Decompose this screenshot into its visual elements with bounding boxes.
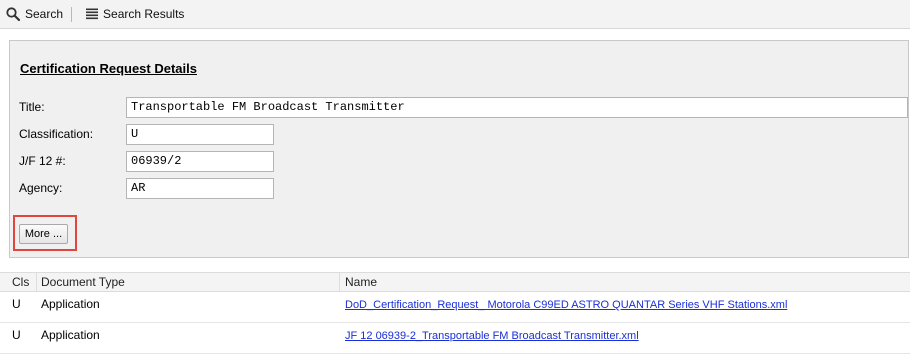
jf12-field[interactable]: 06939/2 bbox=[126, 151, 274, 172]
classification-field[interactable]: U bbox=[126, 124, 274, 145]
column-header-document-type[interactable]: Document Type bbox=[37, 273, 340, 292]
classification-label: Classification: bbox=[19, 127, 94, 141]
search-results-button[interactable]: Search Results bbox=[80, 3, 188, 25]
column-header-cls[interactable]: Cls bbox=[8, 273, 37, 292]
title-label: Title: bbox=[19, 100, 45, 114]
search-icon bbox=[6, 7, 20, 21]
jf12-label: J/F 12 #: bbox=[19, 154, 66, 168]
details-heading: Certification Request Details bbox=[20, 61, 197, 76]
certification-details-panel: Certification Request Details Title: Tra… bbox=[9, 40, 909, 258]
toolbar: Search Search Results bbox=[0, 0, 910, 29]
document-link[interactable]: DoD_Certification_Request_ Motorola C99E… bbox=[345, 299, 787, 311]
row-document-type: Application bbox=[41, 297, 100, 311]
search-results-button-label: Search Results bbox=[103, 7, 185, 21]
agency-field[interactable]: AR bbox=[126, 178, 274, 199]
column-header-name[interactable]: Name bbox=[341, 273, 910, 292]
row-name-cell: JF 12 06939-2_Transportable FM Broadcast… bbox=[341, 323, 910, 353]
table-row[interactable]: U Application DoD_Certification_Request_… bbox=[0, 292, 910, 323]
search-button-label: Search bbox=[25, 7, 64, 21]
row-name-cell: DoD_Certification_Request_ Motorola C99E… bbox=[341, 292, 910, 322]
title-field[interactable]: Transportable FM Broadcast Transmitter bbox=[126, 97, 908, 118]
search-button[interactable]: Search bbox=[0, 3, 67, 25]
list-icon bbox=[86, 8, 99, 20]
documents-table: Cls Document Type Name U Application DoD… bbox=[0, 272, 910, 354]
document-link[interactable]: JF 12 06939-2_Transportable FM Broadcast… bbox=[345, 330, 639, 342]
row-cls: U bbox=[12, 297, 21, 311]
toolbar-separator bbox=[71, 6, 73, 22]
more-button[interactable]: More ... bbox=[19, 224, 68, 244]
table-header: Cls Document Type Name bbox=[0, 272, 910, 292]
row-cls: U bbox=[12, 328, 21, 342]
table-row[interactable]: U Application JF 12 06939-2_Transportabl… bbox=[0, 323, 910, 354]
row-document-type: Application bbox=[41, 328, 100, 342]
agency-label: Agency: bbox=[19, 181, 63, 195]
